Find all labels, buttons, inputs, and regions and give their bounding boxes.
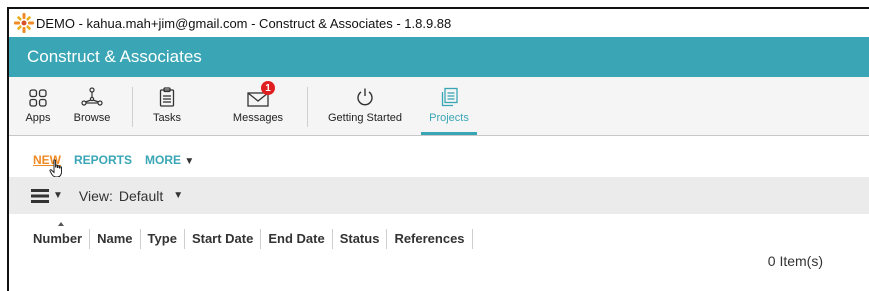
toolbar-tasks-button[interactable]: Tasks [151,77,183,135]
toolbar-apps-label: Apps [25,112,51,124]
kahua-star-logo-icon [14,13,34,33]
reports-link[interactable]: REPORTS [74,153,132,167]
view-label: View: [78,187,113,204]
app-window: DEMO - kahua.mah+jim@gmail.com - Constru… [7,7,869,291]
active-tab-indicator [421,132,477,135]
column-header-name[interactable]: Name [90,229,141,249]
toolbar-browse-button[interactable]: Browse [69,77,115,135]
column-header-status[interactable]: Status [333,229,388,249]
more-menu-link[interactable]: MORE ▼ [145,153,194,167]
brand-bar: Construct & Associates [9,37,869,77]
toolbar-separator [132,87,133,127]
toolbar-getting-started-label: Getting Started [328,112,402,124]
hand-pointer-cursor-icon [49,159,62,178]
tasks-clipboard-icon [159,87,175,107]
window-title: DEMO - kahua.mah+jim@gmail.com - Constru… [36,15,452,31]
messages-unread-badge: 1 [261,81,275,95]
toolbar-tasks-label: Tasks [152,112,182,124]
column-header-references[interactable]: References [387,229,473,249]
caret-down-icon: ▼ [173,190,184,201]
view-value: Default [118,187,164,204]
list-column-headers: Number Name Type Start Date End Date Sta… [33,222,473,251]
apps-grid-icon [29,89,47,107]
toolbar-projects-button[interactable]: Projects [421,77,477,135]
more-label: MORE [145,153,182,167]
toolbar-projects-label: Projects [429,112,469,124]
toolbar-messages-label: Messages [232,112,284,124]
power-icon [357,88,373,106]
projects-documents-icon [441,87,458,107]
item-count: 0 Item(s) [767,253,823,269]
hamburger-menu-icon [31,188,49,203]
view-selector[interactable]: View: Default ▼ [79,188,183,204]
toolbar-apps-button[interactable]: Apps [21,77,55,135]
app-toolbar: Apps Browse Tasks 1 Messages Getting Sta… [9,77,869,136]
view-bar: ▼ View: Default ▼ [9,177,869,214]
browse-network-icon [81,87,103,106]
column-header-number[interactable]: Number [33,222,91,249]
caret-down-icon: ▼ [53,190,63,201]
column-header-start-date[interactable]: Start Date [185,229,262,249]
sort-ascending-icon [58,222,64,226]
window-titlebar: DEMO - kahua.mah+jim@gmail.com - Constru… [9,9,869,37]
caret-down-icon: ▼ [184,156,195,167]
toolbar-getting-started-button[interactable]: Getting Started [327,77,403,135]
column-header-end-date[interactable]: End Date [261,229,333,249]
company-name: Construct & Associates [27,47,202,66]
list-menu-button[interactable]: ▼ [31,188,63,203]
toolbar-browse-label: Browse [73,112,111,124]
column-header-type[interactable]: Type [141,229,185,249]
toolbar-separator [307,87,308,127]
toolbar-messages-button[interactable]: 1 Messages [230,77,286,135]
